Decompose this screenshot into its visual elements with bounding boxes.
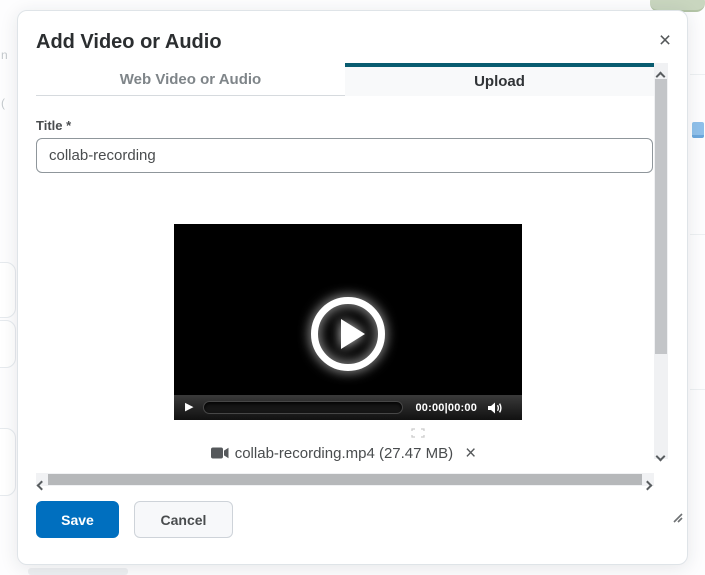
scroll-left-button[interactable] <box>36 476 47 491</box>
tab-bar: Web Video or Audio Upload <box>36 63 654 96</box>
horizontal-scrollbar[interactable] <box>36 473 654 491</box>
tab-web-video-or-audio[interactable]: Web Video or Audio <box>36 63 345 96</box>
seek-bar[interactable] <box>203 401 404 414</box>
background-text-fragment: ( <box>1 96 5 110</box>
speaker-icon <box>488 402 502 413</box>
chevron-left-icon <box>36 480 47 491</box>
background-divider-fragment <box>690 74 705 75</box>
background-divider-fragment <box>690 234 705 235</box>
background-divider-fragment <box>28 568 128 575</box>
title-field-label: Title * <box>36 118 72 133</box>
attachment-file-label: collab-recording.mp4 (27.47 MB) <box>234 444 454 462</box>
video-camera-icon <box>210 447 229 459</box>
background-panel-fragment <box>0 320 16 368</box>
close-icon: × <box>658 29 672 52</box>
chevron-right-icon <box>642 480 653 491</box>
tab-label: Upload <box>474 73 525 90</box>
tab-label: Web Video or Audio <box>119 70 262 88</box>
title-input[interactable] <box>36 138 653 173</box>
scroll-up-button[interactable] <box>655 67 666 82</box>
play-icon <box>340 319 365 349</box>
time-display: 00:00|00:00 <box>415 401 478 414</box>
dialog-resize-handle[interactable] <box>667 507 685 525</box>
dialog-title: Add Video or Audio <box>36 31 222 53</box>
remove-attachment-button[interactable]: × <box>463 444 478 463</box>
cancel-button[interactable]: Cancel <box>134 501 233 538</box>
background-text-fragment: n <box>1 48 8 62</box>
attachment-row: collab-recording.mp4 (27.47 MB) × <box>36 441 653 465</box>
background-panel-fragment <box>0 428 16 496</box>
save-button[interactable]: Save <box>36 501 119 538</box>
remove-icon: × <box>465 442 477 464</box>
chevron-down-icon <box>655 451 666 462</box>
scroll-down-button[interactable] <box>655 447 666 462</box>
vertical-scrollbar-thumb[interactable] <box>655 79 667 354</box>
close-button[interactable]: × <box>651 27 679 55</box>
play-button[interactable] <box>311 297 385 371</box>
background-divider-fragment <box>690 389 705 390</box>
page-background: n ( Add Video or Audio × Web Video or Au… <box>0 0 705 575</box>
scroll-right-button[interactable] <box>642 476 653 491</box>
video-control-bar: ▶ 00:00|00:00 <box>174 395 522 420</box>
vertical-scrollbar[interactable] <box>654 63 668 462</box>
play-control-icon[interactable]: ▶ <box>185 402 193 413</box>
horizontal-scrollbar-thumb[interactable] <box>48 474 642 485</box>
background-panel-fragment <box>0 262 16 318</box>
media-resize-handle[interactable] <box>411 425 425 438</box>
video-player[interactable]: ▶ 00:00|00:00 <box>174 224 522 420</box>
volume-button[interactable] <box>487 401 504 415</box>
background-icon-fragment <box>692 122 704 138</box>
tab-upload[interactable]: Upload <box>345 63 654 96</box>
add-video-or-audio-dialog: Add Video or Audio × Web Video or Audio … <box>17 10 688 565</box>
